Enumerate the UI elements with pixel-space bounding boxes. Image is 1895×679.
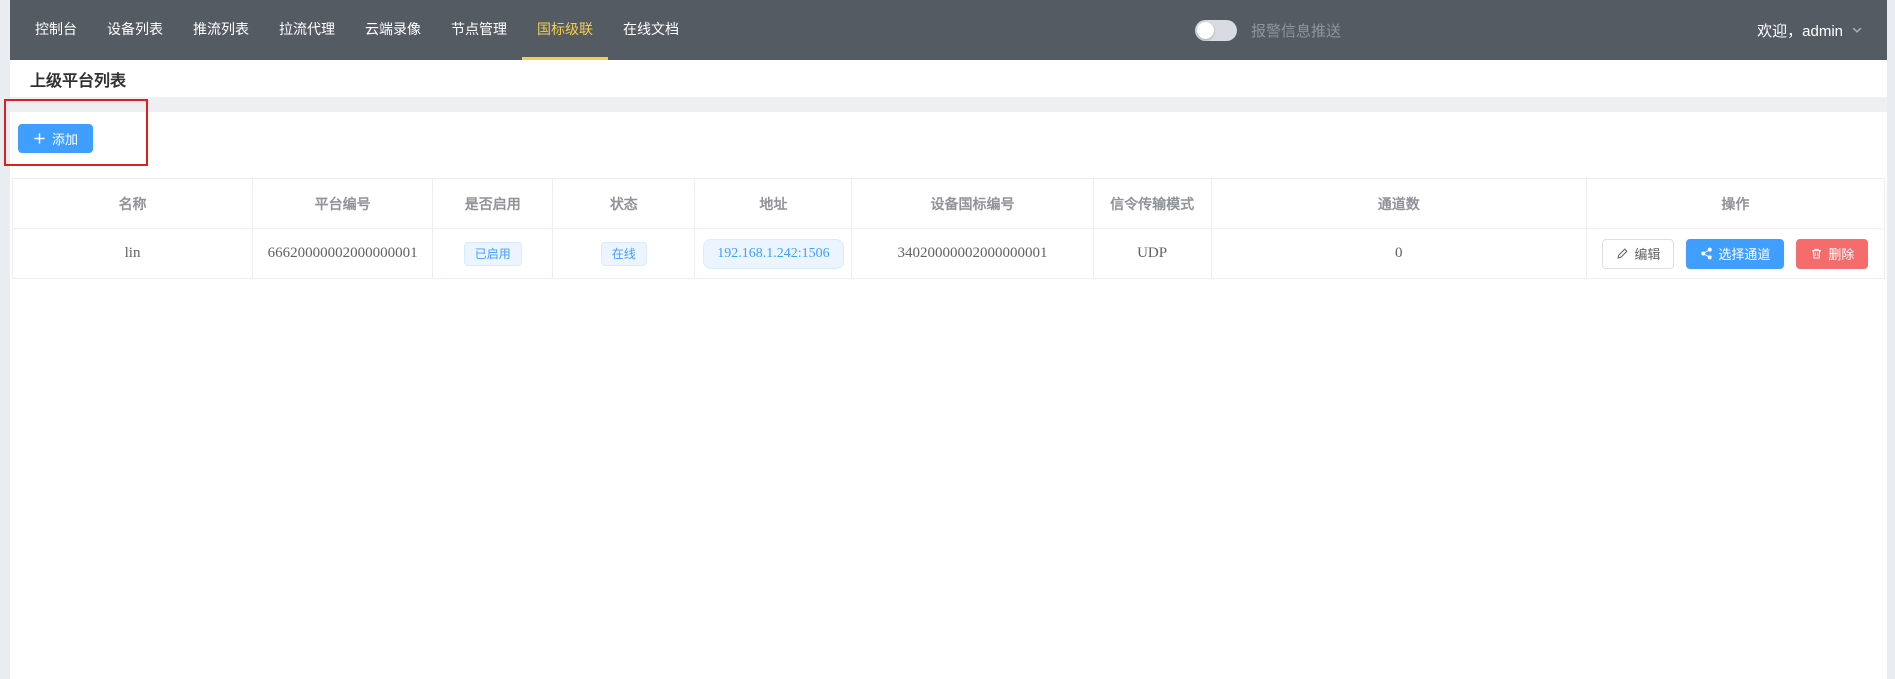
alarm-push-toggle[interactable] (1195, 20, 1237, 41)
edit-pencil-icon (1616, 247, 1629, 260)
cell-name: lin (13, 229, 253, 279)
select-channel-button[interactable]: 选择通道 (1686, 239, 1784, 269)
nav-item-gb-cascade[interactable]: 国标级联 (522, 0, 608, 60)
enabled-badge: 已启用 (464, 242, 522, 266)
cell-channels: 0 (1211, 229, 1586, 279)
delete-button-label: 删除 (1828, 244, 1854, 263)
plus-icon (33, 132, 46, 145)
cell-gb-id: 34020000002000000001 (852, 229, 1093, 279)
nav-item-node-manage[interactable]: 节点管理 (436, 0, 522, 60)
cell-actions: 编辑 选择通道 (1586, 229, 1884, 279)
platform-table: 名称 平台编号 是否启用 状态 地址 设备国标编号 信令传输模式 通道数 操作 … (12, 178, 1885, 279)
platform-table-wrap: 名称 平台编号 是否启用 状态 地址 设备国标编号 信令传输模式 通道数 操作 … (12, 178, 1885, 279)
col-name: 名称 (13, 179, 253, 229)
table-header-row: 名称 平台编号 是否启用 状态 地址 设备国标编号 信令传输模式 通道数 操作 (13, 179, 1885, 229)
page-title: 上级平台列表 (10, 67, 126, 91)
col-status: 状态 (553, 179, 695, 229)
cell-enabled: 已启用 (433, 229, 553, 279)
add-button[interactable]: 添加 (18, 124, 93, 153)
edit-button-label: 编辑 (1634, 244, 1660, 263)
nav-menu: 控制台 设备列表 推流列表 拉流代理 云端录像 节点管理 国标级联 在线文档 (10, 0, 694, 60)
main-content: 添加 名称 平台编号 是否启用 状态 地址 设备国标编号 (10, 112, 1887, 679)
alarm-push-group: 报警信息推送 (1195, 0, 1341, 60)
nav-item-cloud-record[interactable]: 云端录像 (350, 0, 436, 60)
nav-item-device-list[interactable]: 设备列表 (92, 0, 178, 60)
cell-platform-id: 66620000002000000001 (253, 229, 433, 279)
app-window: 控制台 设备列表 推流列表 拉流代理 云端录像 节点管理 国标级联 在线文档 报… (10, 0, 1887, 679)
cell-status: 在线 (553, 229, 695, 279)
alarm-push-label: 报警信息推送 (1251, 20, 1341, 41)
nav-item-console[interactable]: 控制台 (20, 0, 92, 60)
col-platform-id: 平台编号 (253, 179, 433, 229)
col-transport: 信令传输模式 (1093, 179, 1211, 229)
nav-item-push-list[interactable]: 推流列表 (178, 0, 264, 60)
col-address: 地址 (695, 179, 852, 229)
section-divider (10, 97, 1887, 112)
table-row: lin 66620000002000000001 已启用 在线 192.168.… (13, 229, 1885, 279)
select-channel-label: 选择通道 (1718, 244, 1770, 263)
delete-button[interactable]: 删除 (1796, 239, 1868, 269)
chevron-down-icon (1851, 24, 1863, 36)
col-gb-id: 设备国标编号 (852, 179, 1093, 229)
col-actions: 操作 (1586, 179, 1884, 229)
trash-icon (1810, 247, 1823, 260)
col-channels: 通道数 (1211, 179, 1586, 229)
edit-button[interactable]: 编辑 (1602, 239, 1674, 269)
add-button-label: 添加 (52, 129, 78, 148)
toggle-knob (1197, 22, 1214, 39)
share-icon (1700, 247, 1713, 260)
address-badge: 192.168.1.242:1506 (703, 239, 843, 269)
col-enabled: 是否启用 (433, 179, 553, 229)
status-badge: 在线 (601, 242, 647, 266)
welcome-text: 欢迎，admin (1757, 20, 1843, 41)
page-header: 上级平台列表 (10, 60, 1887, 97)
cell-address: 192.168.1.242:1506 (695, 229, 852, 279)
user-menu[interactable]: 欢迎，admin (1757, 0, 1863, 60)
cell-transport: UDP (1093, 229, 1211, 279)
nav-item-pull-proxy[interactable]: 拉流代理 (264, 0, 350, 60)
nav-item-online-docs[interactable]: 在线文档 (608, 0, 694, 60)
top-nav: 控制台 设备列表 推流列表 拉流代理 云端录像 节点管理 国标级联 在线文档 报… (10, 0, 1887, 60)
